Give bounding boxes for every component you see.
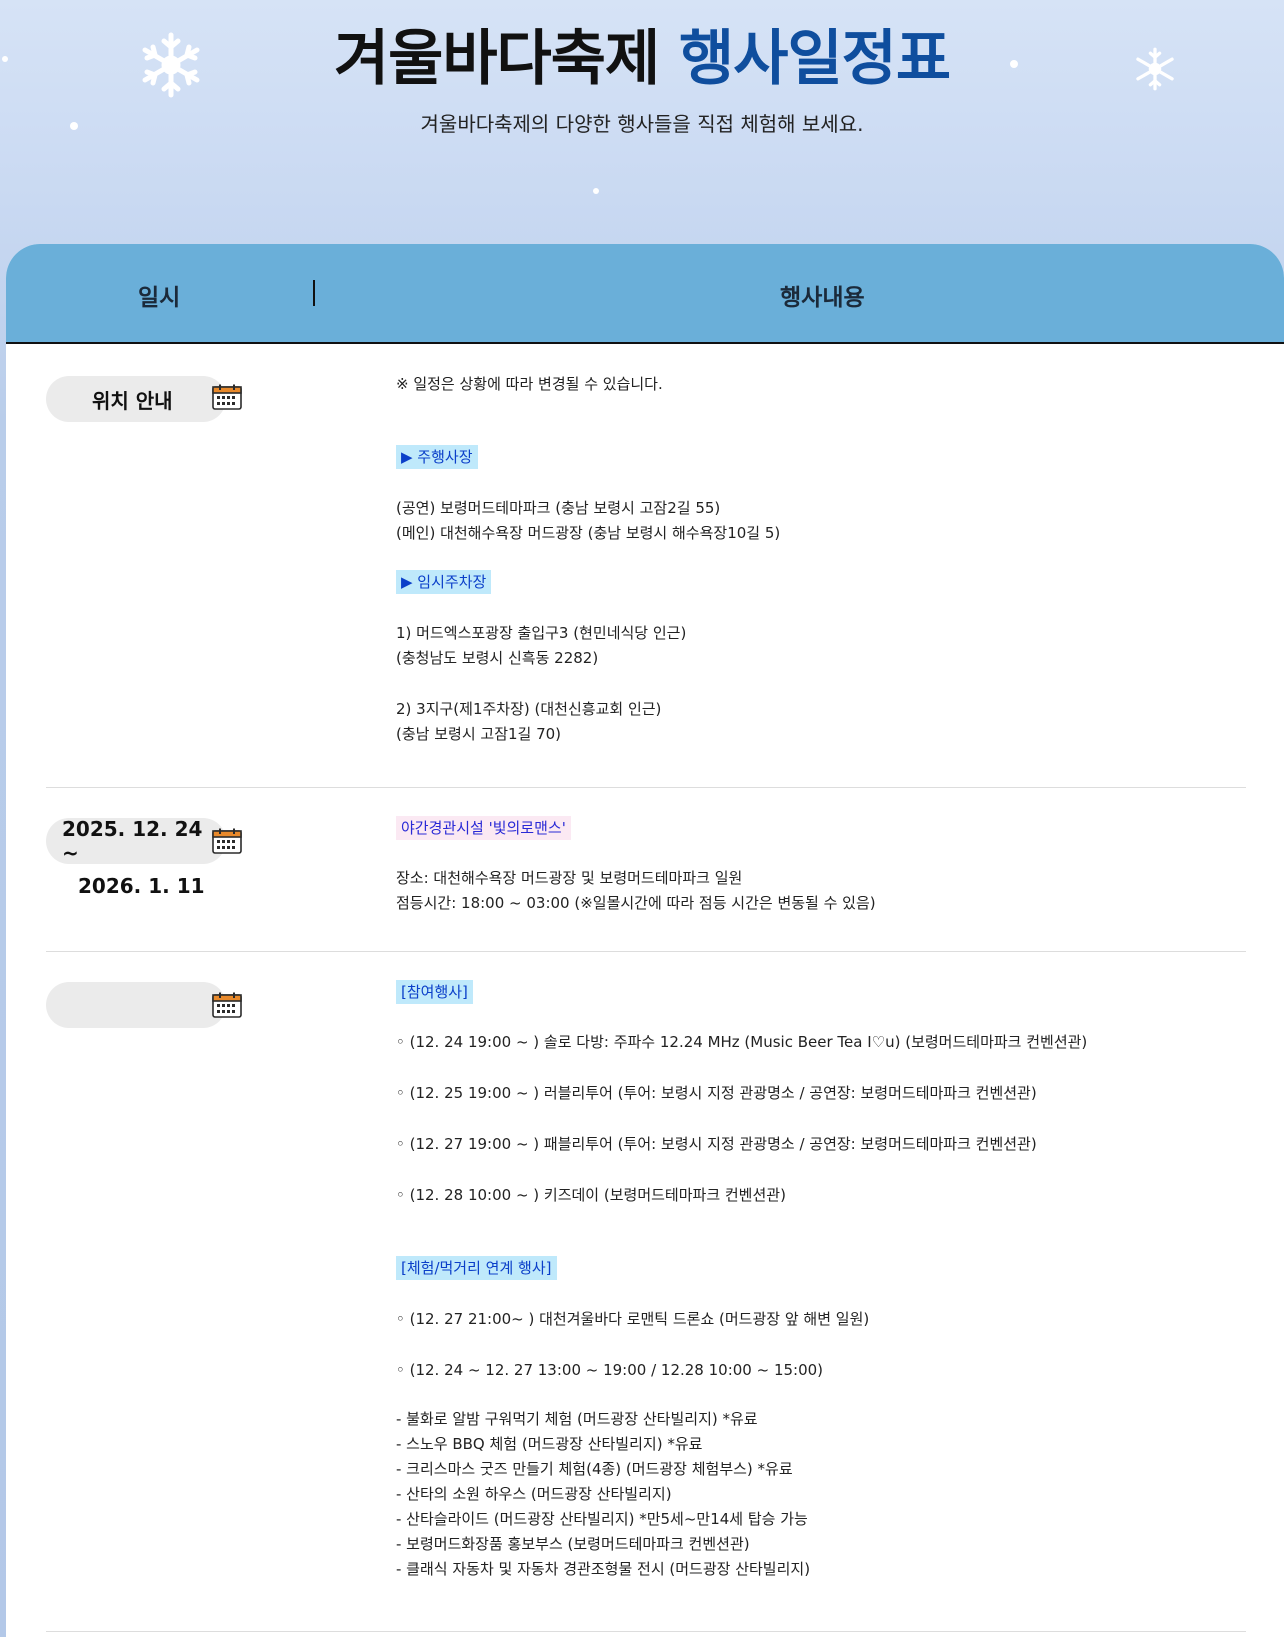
notice-text: ※ 일정은 상황에 따라 변경될 수 있습니다.: [396, 375, 663, 393]
page-subtitle: 겨울바다축제의 다양한 행사들을 직접 체험해 보세요.: [420, 112, 864, 136]
schedule-table: 일시 행사내용 위치 안내 ※ 일정은 상황에 따라 변경될 수 있습니다. ▶…: [6, 244, 1284, 1637]
list-item: - 산타슬라이드 (머드광장 산타빌리지) *만5세~만14세 탑승 가능: [396, 1510, 808, 1528]
row-label-pill: 위치 안내: [46, 376, 226, 422]
section-tag: [체험/먹거리 연계 행사]: [396, 1256, 557, 1280]
parking-text: 2) 3지구(제1주차장) (대천신흥교회 인근): [396, 700, 662, 718]
column-header-content: 행사내용: [780, 285, 865, 311]
section-tag: ▶ 주행사장: [396, 445, 478, 469]
column-header-date: 일시: [138, 285, 181, 311]
table-row: 위치 안내 ※ 일정은 상황에 따라 변경될 수 있습니다. ▶ 주행사장 (공…: [46, 344, 1246, 788]
calendar-icon: [212, 384, 242, 410]
row-label-pill: [46, 982, 226, 1028]
list-item: - 스노우 BBQ 체험 (머드광장 산타빌리지) *유료: [396, 1435, 703, 1453]
snow-dot: [593, 188, 599, 194]
place-text: 장소: 대천해수욕장 머드광장 및 보령머드테마파크 일원: [396, 869, 743, 887]
date-start: 2025. 12. 24 ~: [62, 817, 203, 865]
list-item: - 불화로 알밤 구워먹기 체험 (머드광장 산타빌리지) *유료: [396, 1410, 758, 1428]
event-item: ◦ (12. 24 ~ 12. 27 13:00 ~ 19:00 / 12.28…: [396, 1361, 824, 1379]
section-tag: [참여행사]: [396, 980, 473, 1004]
date-end: 2026. 1. 11: [78, 874, 205, 898]
list-item: - 산타의 소원 하우스 (머드광장 산타빌리지): [396, 1485, 672, 1503]
calendar-icon: [212, 828, 242, 854]
hours-text: 점등시간: 18:00 ~ 03:00 (※일몰시간에 따라 점등 시간은 변동…: [396, 894, 876, 912]
event-item: ◦ (12. 27 19:00 ~ ) 패블리투어 (투어: 보령시 지정 관광…: [396, 1135, 1037, 1153]
parking-text: (충남 보령시 고잠1길 70): [396, 725, 562, 743]
section-tag: ▶ 임시주차장: [396, 570, 492, 594]
column-divider: [313, 280, 315, 306]
event-item: ◦ (12. 24 19:00 ~ ) 솔로 다방: 주파수 12.24 MHz…: [396, 1033, 1088, 1051]
list-item: - 크리스마스 굿즈 만들기 체험(4종) (머드광장 체험부스) *유료: [396, 1460, 793, 1478]
title-main: 겨울바다축제: [333, 24, 660, 94]
page-title: 겨울바다축제 행사일정표: [0, 10, 1284, 97]
row-label-pill: 2025. 12. 24 ~: [46, 817, 226, 865]
event-item: ◦ (12. 28 10:00 ~ ) 키즈데이 (보령머드테마파크 컨벤션관): [396, 1186, 786, 1204]
event-item: ◦ (12. 27 21:00~ ) 대천겨울바다 로맨틱 드론쇼 (머드광장 …: [396, 1310, 870, 1328]
title-accent: 행사일정표: [679, 24, 951, 94]
row-content: 야간경관시설 '빛의로맨스' 장소: 대천해수욕장 머드광장 및 보령머드테마파…: [396, 816, 1236, 916]
venue-text: (메인) 대천해수욕장 머드광장 (충남 보령시 해수욕장10길 5): [396, 524, 781, 542]
parking-text: 1) 머드엑스포광장 출입구3 (현민네식당 인근): [396, 624, 687, 642]
table-row: 2025. 12. 24 ~ 2026. 1. 11 야간경관시설 '빛의로맨스…: [46, 788, 1246, 952]
event-item: ◦ (12. 25 19:00 ~ ) 러블리투어 (투어: 보령시 지정 관광…: [396, 1084, 1037, 1102]
calendar-icon: [212, 992, 242, 1018]
row-content: ※ 일정은 상황에 따라 변경될 수 있습니다. ▶ 주행사장 (공연) 보령머…: [396, 372, 1236, 747]
list-item: - 보령머드화장품 홍보부스 (보령머드테마파크 컨벤션관): [396, 1535, 750, 1553]
venue-text: (공연) 보령머드테마파크 (충남 보령시 고잠2길 55): [396, 499, 721, 517]
parking-text: (충청남도 보령시 신흑동 2282): [396, 649, 599, 667]
row-label: 위치 안내: [92, 388, 173, 413]
event-title-tag: 야간경관시설 '빛의로맨스': [396, 816, 571, 840]
hero-banner: 겨울바다축제 행사일정표 겨울바다축제의 다양한 행사들을 직접 체험해 보세요…: [0, 0, 1284, 245]
row-content: [참여행사] ◦ (12. 24 19:00 ~ ) 솔로 다방: 주파수 12…: [396, 980, 1236, 1582]
table-row: [참여행사] ◦ (12. 24 19:00 ~ ) 솔로 다방: 주파수 12…: [46, 952, 1246, 1632]
table-header: 일시 행사내용: [6, 244, 1284, 344]
list-item: - 클래식 자동차 및 자동차 경관조형물 전시 (머드광장 산타빌리지): [396, 1560, 811, 1578]
